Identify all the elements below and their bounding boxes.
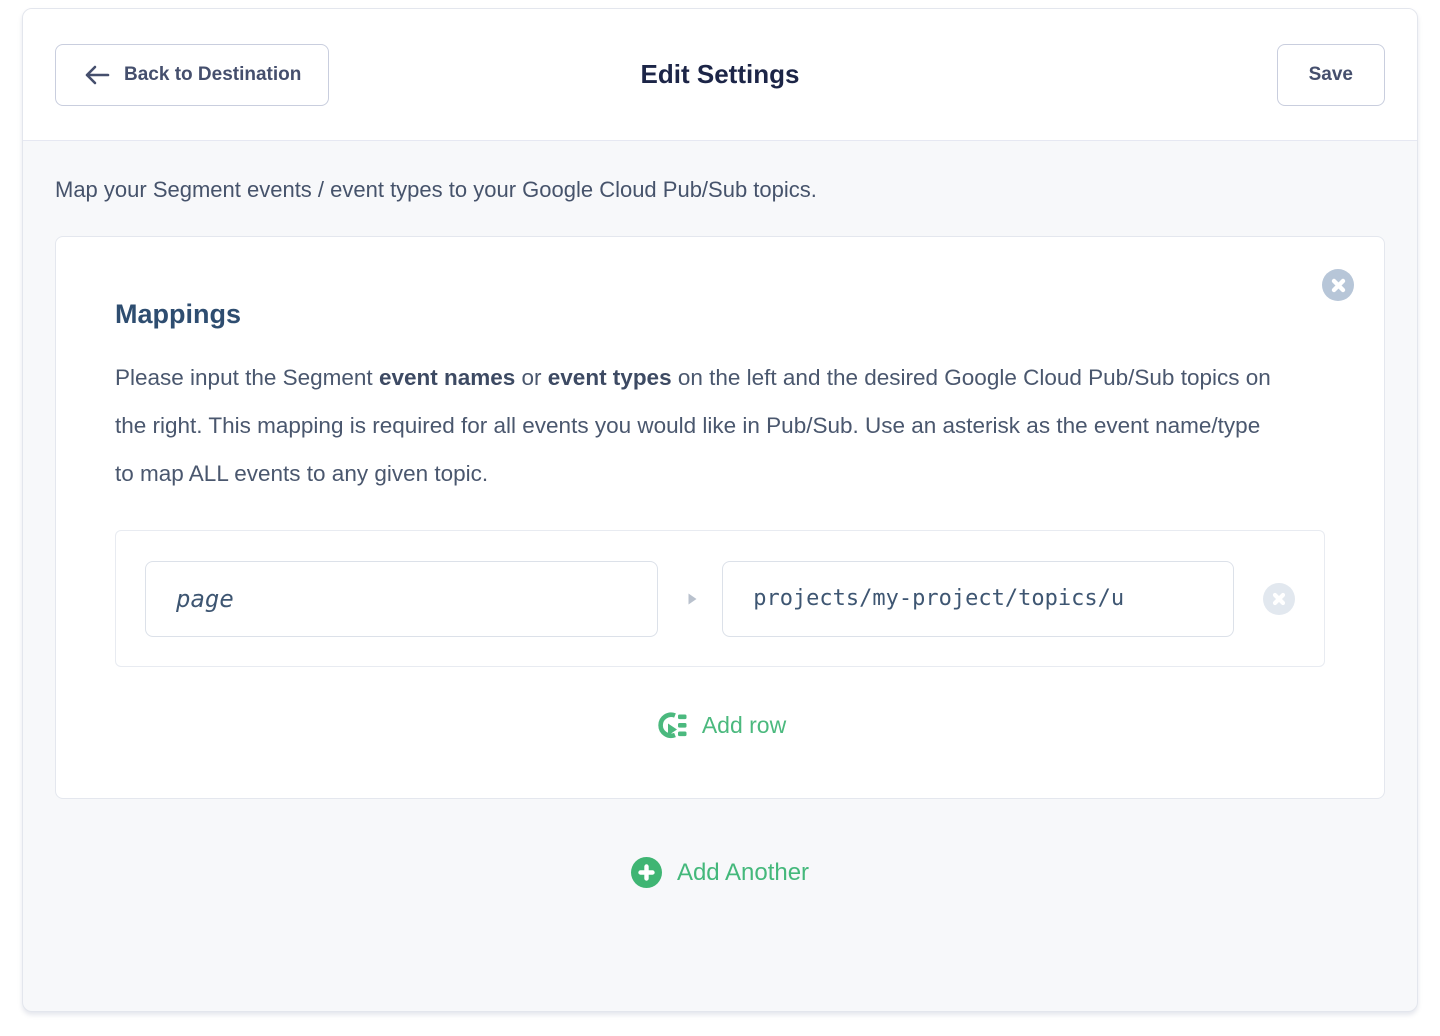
settings-page: Back to Destination Edit Settings Save M… xyxy=(22,8,1418,1012)
add-row-label: Add row xyxy=(702,712,786,739)
plus-icon xyxy=(631,857,662,888)
arrow-right-icon xyxy=(687,592,698,606)
remove-row-button[interactable] xyxy=(1263,583,1295,615)
back-to-destination-button[interactable]: Back to Destination xyxy=(55,44,329,106)
topic-input[interactable] xyxy=(722,561,1234,637)
save-button-label: Save xyxy=(1309,64,1353,86)
add-another-link[interactable]: Add Another xyxy=(55,857,1385,888)
back-button-label: Back to Destination xyxy=(124,64,301,86)
add-row-link[interactable]: Add row xyxy=(115,711,1325,740)
arrow-left-icon xyxy=(83,64,110,86)
save-button[interactable]: Save xyxy=(1277,44,1385,106)
intro-text: Map your Segment events / event types to… xyxy=(55,177,1385,203)
close-icon xyxy=(1331,278,1346,293)
settings-content: Map your Segment events / event types to… xyxy=(23,141,1417,888)
mappings-heading: Mappings xyxy=(115,299,1325,330)
add-another-label: Add Another xyxy=(677,859,809,887)
mapping-row xyxy=(115,530,1325,667)
mappings-card: Mappings Please input the Segment event … xyxy=(55,236,1385,799)
add-row-icon xyxy=(654,711,687,740)
remove-setting-button[interactable] xyxy=(1322,269,1354,301)
event-name-input[interactable] xyxy=(145,561,658,637)
header-bar: Back to Destination Edit Settings Save xyxy=(23,9,1417,141)
close-icon xyxy=(1272,592,1286,606)
mappings-description: Please input the Segment event names or … xyxy=(115,354,1275,498)
